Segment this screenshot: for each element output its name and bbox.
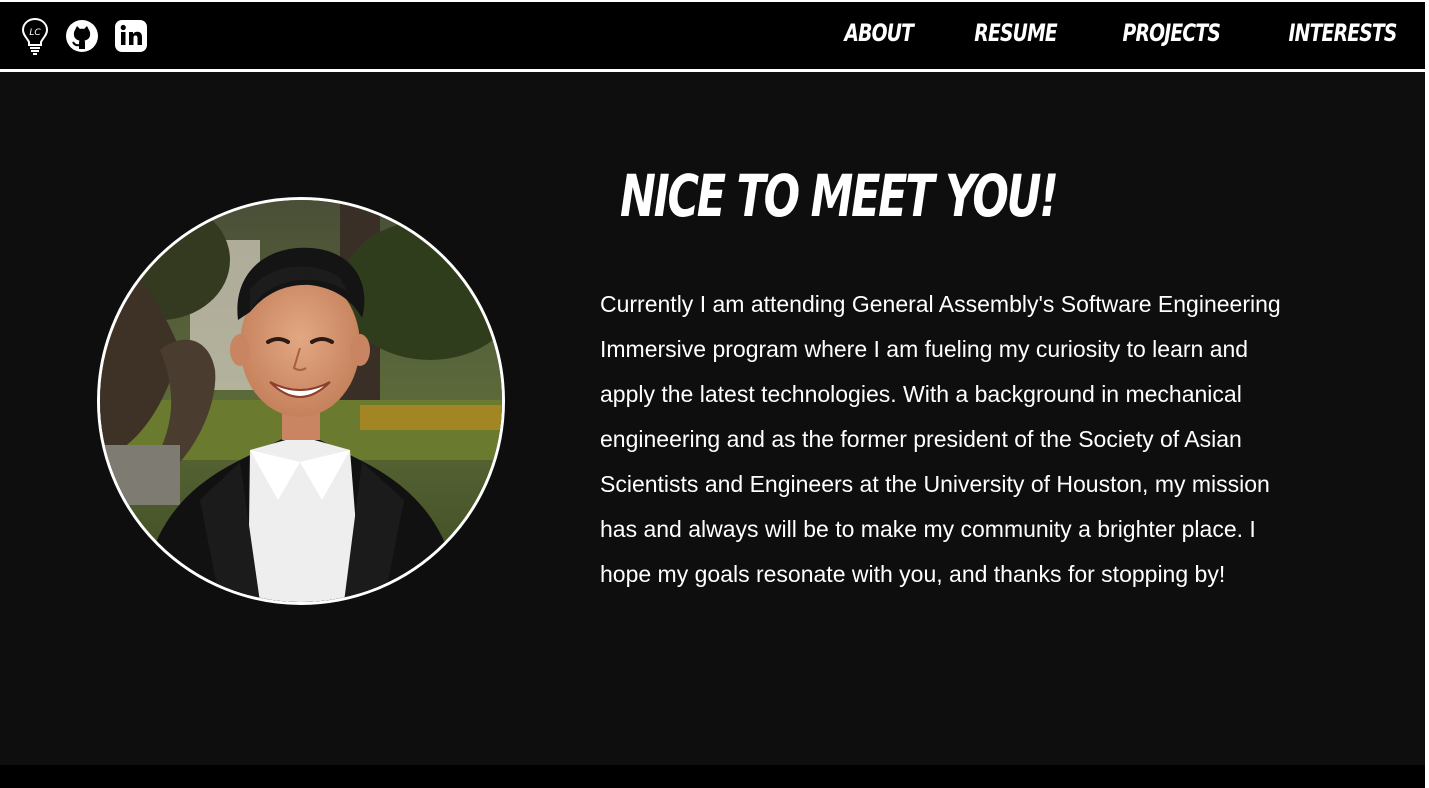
linkedin-icon[interactable] <box>114 19 148 58</box>
profile-photo-illustration <box>100 200 502 602</box>
nav-icon-group: LC <box>20 16 163 61</box>
hero-title: NICE TO MEET YOU! <box>620 162 1059 230</box>
github-icon[interactable] <box>65 19 99 58</box>
bio-paragraph: Currently I am attending General Assembl… <box>600 291 1281 587</box>
lightbulb-logo-icon[interactable]: LC <box>20 16 50 61</box>
nav-link-interests[interactable]: INTERESTS <box>1289 19 1398 47</box>
nav-link-about[interactable]: ABOUT <box>845 19 915 47</box>
footer-band <box>0 765 1425 788</box>
nav-link-resume[interactable]: RESUME <box>975 19 1058 47</box>
logo-initials: LC <box>29 28 41 38</box>
nav-link-projects[interactable]: PROJECTS <box>1123 19 1221 47</box>
page: LC ABOUT RESUME PROJECTS INTERESTS NICE … <box>0 0 1425 788</box>
navbar: LC ABOUT RESUME PROJECTS INTERESTS <box>0 0 1425 72</box>
nav-links: ABOUT RESUME PROJECTS INTERESTS <box>787 19 1398 47</box>
profile-photo <box>97 197 505 605</box>
